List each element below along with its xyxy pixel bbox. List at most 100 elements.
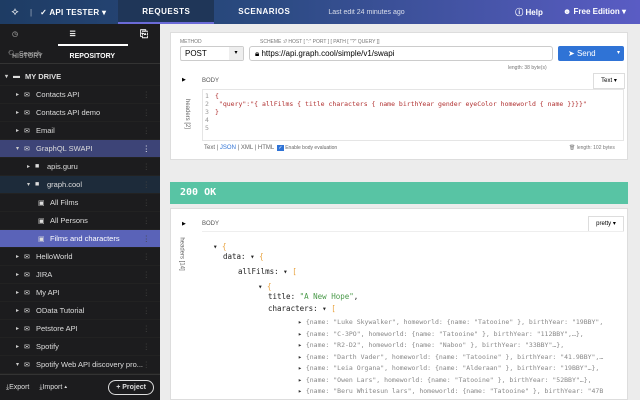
- body-format-select[interactable]: Text ▾: [593, 73, 625, 89]
- send-label: Send: [576, 49, 596, 58]
- tree-item-label: Contacts API demo: [36, 108, 101, 117]
- method-select[interactable]: POST ▾: [180, 46, 244, 61]
- tree-item[interactable]: ▸ ■ apis.guru ⋮: [0, 158, 160, 176]
- tree-item[interactable]: ▾ ✉ Spotify Web API discovery pro... ⋮: [0, 356, 160, 374]
- caret-right-icon[interactable]: ▸: [16, 271, 24, 278]
- caret-down-icon[interactable]: ▾: [16, 145, 24, 152]
- more-icon[interactable]: ⋮: [143, 252, 151, 261]
- caret-down-icon[interactable]: ▾: [16, 361, 24, 368]
- eval-checkbox[interactable]: ✓: [277, 145, 284, 151]
- json-allfilms[interactable]: allFilms: ▾ [: [238, 267, 297, 276]
- edition-menu[interactable]: ☻ Free Edition ▾: [563, 7, 626, 18]
- caret-right-icon[interactable]: ▸: [16, 343, 24, 350]
- caret-right-icon[interactable]: ▸: [298, 353, 302, 361]
- caret-right-icon[interactable]: ▸: [16, 91, 24, 98]
- caret-right-icon[interactable]: ▸: [16, 289, 24, 296]
- json-film[interactable]: ▾ {: [258, 282, 272, 291]
- tree-item[interactable]: ▣ Films and characters ⋮: [0, 230, 160, 248]
- import-button[interactable]: ⤓Import ▴: [39, 384, 67, 392]
- json-character[interactable]: ▸ {name: "Owen Lars", homeworld: {name: …: [298, 376, 592, 384]
- tree-item[interactable]: ▸ ✉ OData Tutorial ⋮: [0, 302, 160, 320]
- caret-right-icon[interactable]: ▸: [27, 163, 35, 170]
- json-data[interactable]: data: ▾ {: [223, 252, 264, 261]
- send-button[interactable]: ➤ Send ▾: [558, 46, 624, 61]
- url-value: https://api.graph.cool/simple/v1/swapi: [261, 49, 395, 58]
- tree-root[interactable]: ▾ ▬ MY DRIVE: [0, 68, 160, 86]
- more-icon[interactable]: ⋮: [143, 90, 151, 99]
- body-editor[interactable]: 1{2 "query":"{ allFilms { title characte…: [202, 89, 624, 141]
- tree-item[interactable]: ▸ ✉ Spotify ⋮: [0, 338, 160, 356]
- caret-right-icon[interactable]: ▸: [16, 307, 24, 314]
- format-html[interactable]: HTML: [258, 145, 274, 151]
- tab-repository[interactable]: ☰ REPOSITORY: [57, 24, 128, 60]
- caret-right-icon[interactable]: ▸: [298, 318, 302, 326]
- more-icon[interactable]: ⋮: [143, 342, 151, 351]
- tab-history[interactable]: ◷ HISTORY: [0, 24, 58, 60]
- caret-down-icon[interactable]: ▾: [27, 181, 35, 188]
- caret-right-icon[interactable]: ▸: [298, 376, 302, 384]
- more-icon[interactable]: ⋮: [143, 324, 151, 333]
- tab-requests[interactable]: REQUESTS: [118, 0, 215, 24]
- more-icon[interactable]: ⋮: [143, 108, 151, 117]
- format-xml[interactable]: XML: [241, 145, 253, 151]
- json-character[interactable]: ▸ {name: "Leia Organa", homeworld: {name…: [298, 364, 599, 372]
- more-icon[interactable]: ⋮: [143, 360, 151, 369]
- tree-item[interactable]: ▸ ✉ My API ⋮: [0, 284, 160, 302]
- more-icon[interactable]: ⋮: [143, 162, 151, 171]
- tree-item[interactable]: ▸ ✉ JIRA ⋮: [0, 266, 160, 284]
- url-input[interactable]: 🔒︎ https://api.graph.cool/simple/v1/swap…: [249, 46, 553, 61]
- help-link[interactable]: ⓘ Help: [515, 7, 543, 18]
- json-character[interactable]: ▸ {name: "Beru Whitesun lars", homeworld…: [298, 387, 603, 395]
- caret-right-icon[interactable]: ▸: [298, 341, 302, 349]
- tree-item[interactable]: ▸ ✉ Contacts API ⋮: [0, 86, 160, 104]
- send-options-icon[interactable]: ▾: [617, 46, 620, 61]
- json-character[interactable]: ▸ {name: "C-3PO", homeworld: {name: "Tat…: [298, 330, 584, 338]
- response-headers-toggle[interactable]: headers [14]: [179, 237, 185, 270]
- caret-right-icon[interactable]: ▸: [16, 127, 24, 134]
- add-project-button[interactable]: + Project: [108, 380, 154, 395]
- json-character[interactable]: ▸ {name: "Darth Vader", homeworld: {name…: [298, 353, 603, 361]
- json-root[interactable]: ▾ {: [213, 242, 227, 251]
- more-icon[interactable]: ⋮: [143, 126, 151, 135]
- more-icon[interactable]: ⋮: [143, 270, 151, 279]
- app-menu[interactable]: ✓ API TESTER ▾: [32, 8, 118, 17]
- more-icon[interactable]: ⋮: [143, 180, 151, 189]
- tab-scenarios[interactable]: SCENARIOS: [214, 0, 314, 24]
- format-json[interactable]: JSON: [220, 145, 236, 151]
- view-select[interactable]: pretty ▾: [588, 216, 624, 232]
- more-icon[interactable]: ⋮: [143, 288, 151, 297]
- tree-item[interactable]: ▸ ✉ Email ⋮: [0, 122, 160, 140]
- title-value: "A New Hope": [299, 292, 354, 301]
- export-button[interactable]: ⤓Export: [6, 384, 29, 392]
- tree-item[interactable]: ▣ All Persons ⋮: [0, 212, 160, 230]
- more-icon[interactable]: ⋮: [143, 198, 151, 207]
- json-character[interactable]: ▸ {name: "Luke Skywalker", homeworld: {n…: [298, 318, 603, 326]
- tree-item[interactable]: ▾ ■ graph.cool ⋮: [0, 176, 160, 194]
- json-character[interactable]: ▸ {name: "R2-D2", homeworld: {name: "Nab…: [298, 341, 564, 349]
- json-characters[interactable]: characters: ▾ [: [268, 304, 336, 313]
- format-text[interactable]: Text: [204, 145, 215, 151]
- project-icon: ✉: [24, 145, 30, 153]
- headers-toggle[interactable]: headers [2]: [184, 99, 190, 129]
- caret-right-icon[interactable]: ▸: [16, 253, 24, 260]
- caret-right-icon[interactable]: ▸: [16, 109, 24, 116]
- expand-headers-icon[interactable]: ▶: [182, 221, 186, 227]
- new-file-icon[interactable]: ⎘: [128, 24, 160, 46]
- caret-right-icon[interactable]: ▸: [298, 330, 302, 338]
- caret-right-icon[interactable]: ▸: [298, 364, 302, 372]
- more-icon[interactable]: ⋮: [143, 216, 151, 225]
- tree-item[interactable]: ▣ All Films ⋮: [0, 194, 160, 212]
- tree-item[interactable]: ▸ ✉ Contacts API demo ⋮: [0, 104, 160, 122]
- caret-right-icon[interactable]: ▸: [16, 325, 24, 332]
- caret-right-icon[interactable]: ▸: [298, 387, 302, 395]
- app-title: API TESTER: [49, 7, 100, 17]
- tree-item[interactable]: ▾ ✉ GraphQL SWAPI ⋮: [0, 140, 160, 158]
- expand-headers-icon[interactable]: ▶: [182, 77, 186, 83]
- request-icon: ▣: [38, 217, 45, 225]
- drive-icon: ▬: [13, 73, 20, 80]
- tree-item[interactable]: ▸ ✉ HelloWorld ⋮: [0, 248, 160, 266]
- tree-item[interactable]: ▸ ✉ Petstore API ⋮: [0, 320, 160, 338]
- more-icon[interactable]: ⋮: [143, 144, 151, 153]
- more-icon[interactable]: ⋮: [143, 234, 151, 243]
- more-icon[interactable]: ⋮: [143, 306, 151, 315]
